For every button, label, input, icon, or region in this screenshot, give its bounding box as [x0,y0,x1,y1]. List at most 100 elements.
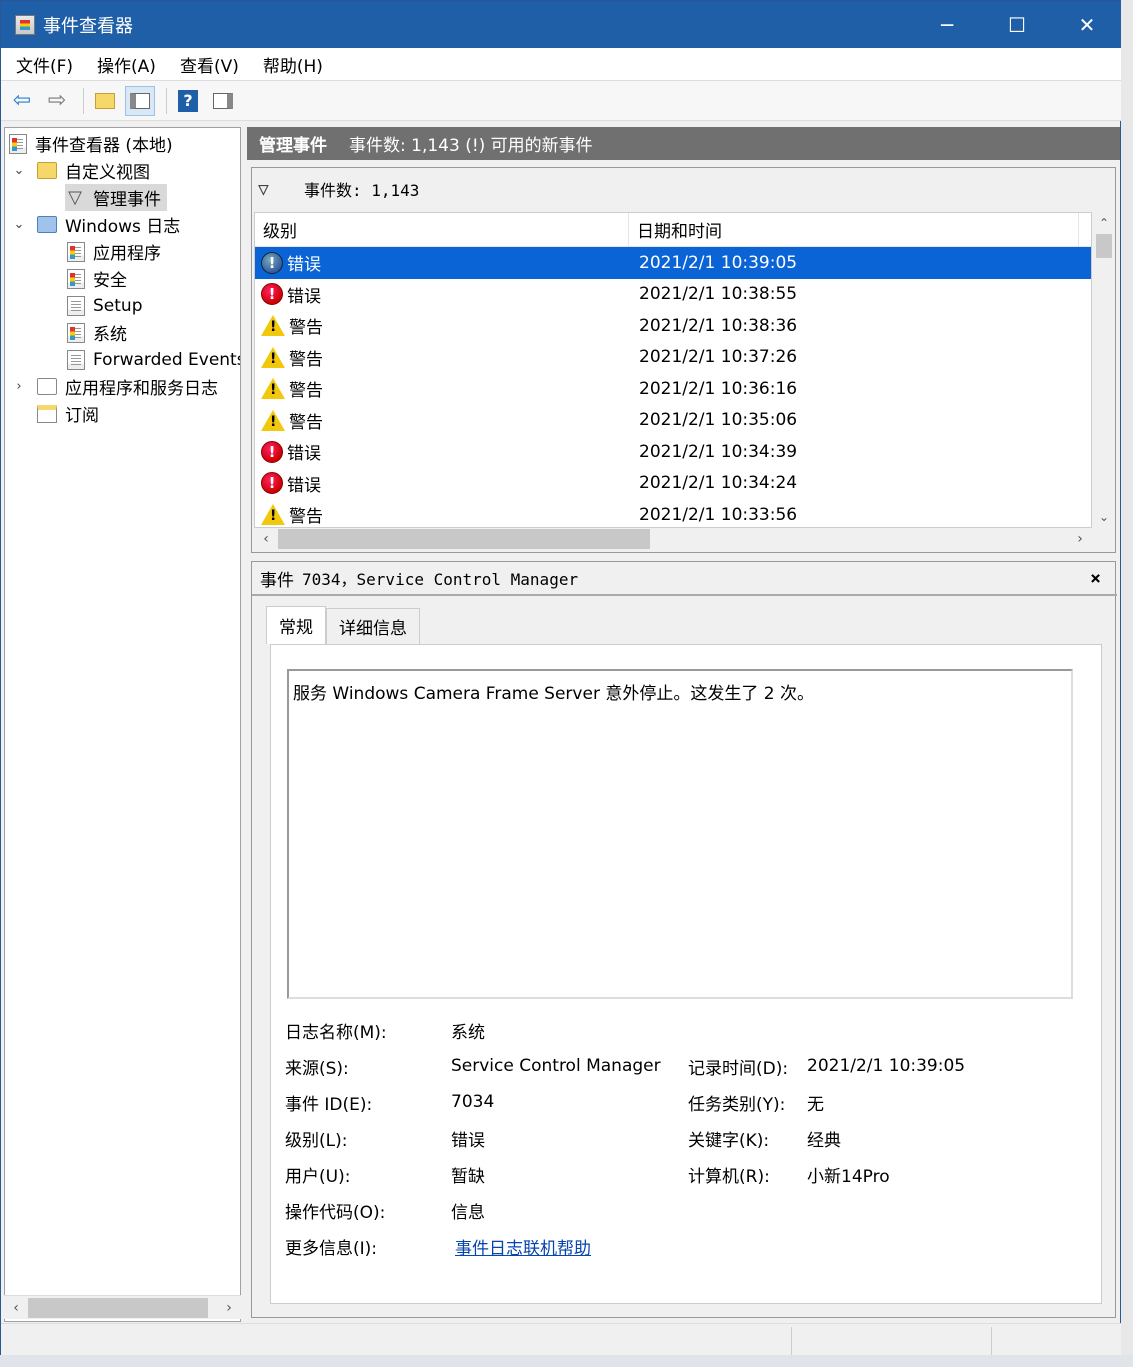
event-table-horizontal-scrollbar[interactable]: ‹ › [254,528,1092,550]
tree-node-custom-views[interactable]: ⌄ 自定义视图 [11,157,150,184]
cell-level: ! 警告 [255,408,631,433]
log-icon [67,268,85,289]
forward-button[interactable]: ⇨ [42,86,72,116]
column-header-level[interactable]: 级别 [255,213,629,247]
cell-level: ! 错误 [255,282,631,307]
event-list-panel: ▽ 事件数: 1,143 级别 日期和时间 ! 错误 2021/2/1 10:39:… [251,167,1116,553]
table-row[interactable]: ! 警告 2021/2/1 10:38:36 [255,310,1091,342]
view-header: 管理事件 事件数: 1,143 (!) 可用的新事件 [247,127,1120,160]
table-row[interactable]: ! 警告 2021/2/1 10:37:26 [255,342,1091,374]
cell-datetime: 2021/2/1 10:37:26 [639,347,798,368]
table-row[interactable]: ! 错误 2021/2/1 10:39:05 [255,247,1091,279]
level-text: 警告 [289,381,323,402]
scroll-thumb[interactable] [28,1297,208,1318]
field-event-id: 7034 [451,1092,495,1112]
up-folder-button[interactable] [90,86,120,116]
table-row[interactable]: ! 警告 2021/2/1 10:33:56 [255,499,1091,528]
log-icon [67,349,85,370]
field-user: 暂缺 [451,1166,485,1187]
column-header-datetime[interactable]: 日期和时间 [629,213,1079,247]
table-row[interactable]: ! 错误 2021/2/1 10:34:39 [255,436,1091,468]
tab-details[interactable]: 详细信息 [326,608,420,644]
view-event-count: 事件数: 1,143 (!) 可用的新事件 [349,136,593,156]
tree-node-subscriptions[interactable]: 订阅 [37,400,99,427]
show-hide-action-pane-button[interactable] [208,86,238,116]
scroll-up-icon[interactable]: ⌃ [1094,212,1114,234]
tree-node-forwarded-events[interactable]: Forwarded Events [67,346,240,373]
event-viewer-icon [9,133,27,154]
error-icon: ! [261,283,283,306]
console-tree-icon [130,92,150,109]
event-table[interactable]: 级别 日期和时间 ! 错误 2021/2/1 10:39:05! 错误 2021/2/1… [254,212,1092,528]
scroll-down-icon[interactable]: ⌄ [1094,506,1114,528]
console-tree[interactable]: 事件查看器 (本地) ⌄ 自定义视图 ▽ 管理事件 ⌄ Windows 日志 应… [4,127,241,1322]
level-text: 错误 [287,475,321,496]
close-button[interactable]: ✕ [1052,1,1122,48]
event-description[interactable]: 服务 Windows Camera Frame Server 意外停止。这发生了… [287,669,1073,999]
online-help-link[interactable]: 事件日志联机帮助 [455,1231,591,1261]
cell-datetime: 2021/2/1 10:38:36 [639,315,798,336]
menu-file[interactable]: 文件(F) [1,52,85,77]
scroll-thumb[interactable] [278,529,650,549]
help-button[interactable]: ? [173,86,203,116]
level-text: 警告 [289,507,323,528]
close-detail-button[interactable]: × [1090,568,1101,589]
field-opcode: 信息 [451,1202,485,1223]
help-icon: ? [178,89,198,112]
level-text: 警告 [289,349,323,370]
chevron-right-icon[interactable]: › [11,379,27,394]
field-log-name: 系统 [451,1022,485,1043]
table-row[interactable]: ! 错误 2021/2/1 10:38:55 [255,279,1091,311]
detail-tabs: 常规 详细信息 [266,606,420,644]
menu-view[interactable]: 查看(V) [168,52,251,77]
table-row[interactable]: ! 警告 2021/2/1 10:36:16 [255,373,1091,405]
action-pane-icon [213,92,233,109]
warning-icon: ! [261,504,285,526]
event-viewer-app-icon [15,14,35,35]
cell-datetime: 2021/2/1 10:35:06 [639,410,798,431]
table-row[interactable]: ! 警告 2021/2/1 10:35:06 [255,405,1091,437]
field-task-label: 任务类别(Y): [688,1094,786,1115]
tree-horizontal-scrollbar[interactable]: ‹ › [4,1295,241,1319]
event-table-vertical-scrollbar[interactable]: ⌃ ⌄ [1094,212,1114,528]
cell-datetime: 2021/2/1 10:39:05 [639,252,798,273]
scroll-right-icon[interactable]: › [1068,531,1092,547]
tree-node-label: 管理事件 [93,190,161,210]
filter-bar: ▽ 事件数: 1,143 [258,174,419,204]
tree-node-label: 自定义视图 [65,163,150,183]
tab-general[interactable]: 常规 [266,606,326,644]
scroll-left-icon[interactable]: ‹ [4,1300,28,1316]
chevron-down-icon[interactable]: ⌄ [11,163,27,178]
tree-node-root[interactable]: 事件查看器 (本地) [9,130,173,157]
level-text: 错误 [287,255,321,276]
tree-node-admin-events[interactable]: ▽ 管理事件 [65,184,167,211]
title-bar[interactable]: 事件查看器 ─ ☐ ✕ [1,1,1122,48]
tree-node-label: 订阅 [65,406,99,426]
level-text: 警告 [289,318,323,339]
cell-datetime: 2021/2/1 10:34:24 [639,473,798,494]
toolbar-separator [83,87,84,114]
tree-node-security[interactable]: 安全 [67,265,127,292]
tree-node-setup[interactable]: Setup [67,292,142,319]
table-row[interactable]: ! 错误 2021/2/1 10:34:24 [255,468,1091,500]
field-logged-label: 记录时间(D): [688,1058,789,1079]
menu-help[interactable]: 帮助(H) [251,52,335,77]
back-button[interactable]: ⇦ [7,86,37,116]
minimize-button[interactable]: ─ [912,1,982,48]
scroll-right-icon[interactable]: › [217,1300,241,1316]
scroll-left-icon[interactable]: ‹ [254,531,278,547]
tree-node-application[interactable]: 应用程序 [67,238,161,265]
tree-node-windows-logs[interactable]: ⌄ Windows 日志 [11,211,180,238]
tree-node-system[interactable]: 系统 [67,319,127,346]
maximize-button[interactable]: ☐ [982,1,1052,48]
scroll-thumb[interactable] [1096,234,1112,258]
tree-node-app-service-logs[interactable]: › 应用程序和服务日志 [11,373,218,400]
show-hide-console-tree-button[interactable] [125,85,155,116]
taskbar [0,1355,1133,1367]
field-opcode-label: 操作代码(O): [285,1202,386,1223]
cell-datetime: 2021/2/1 10:34:39 [639,441,798,462]
table-header: 级别 日期和时间 [255,213,1091,247]
chevron-down-icon[interactable]: ⌄ [11,217,27,232]
menu-action[interactable]: 操作(A) [85,52,168,77]
field-log-name-label: 日志名称(M): [285,1022,387,1043]
